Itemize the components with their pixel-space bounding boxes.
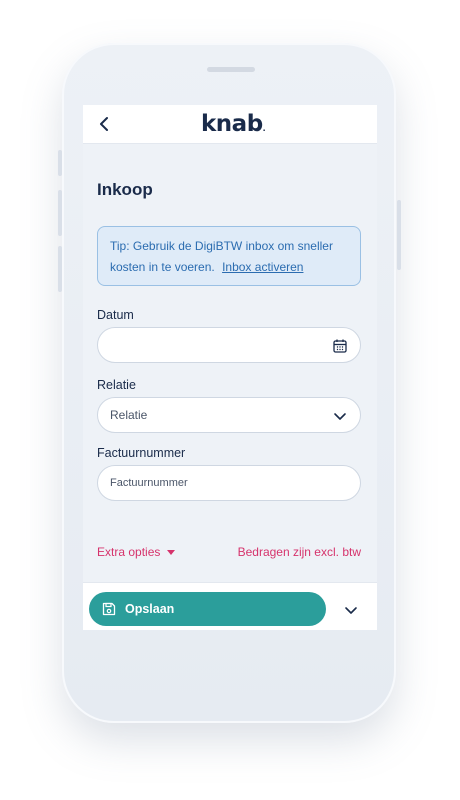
calendar-icon[interactable] xyxy=(332,338,348,354)
save-button[interactable]: Opslaan xyxy=(89,592,326,626)
amounts-excl-vat-toggle[interactable]: Bedragen zijn excl. btw xyxy=(238,545,361,559)
chevron-down-icon xyxy=(334,413,346,420)
tip-banner: Tip: Gebruik de DigiBTW inbox om sneller… xyxy=(97,226,361,286)
top-bar: knab. xyxy=(83,105,377,144)
date-field[interactable] xyxy=(97,327,361,363)
extra-options-label: Extra opties xyxy=(97,545,161,559)
inbox-activate-link[interactable]: Inbox activeren xyxy=(222,260,303,274)
phone-side-button xyxy=(58,150,62,176)
floppy-disk-icon xyxy=(102,602,116,616)
phone-speaker xyxy=(207,67,255,72)
bottom-action-bar: Opslaan xyxy=(83,582,377,630)
invoice-number-input[interactable]: Factuurnummer xyxy=(97,465,361,501)
save-label: Opslaan xyxy=(125,602,175,616)
back-arrow-icon[interactable] xyxy=(95,114,115,134)
app-screen: knab. Inkoop Tip: Gebruik de DigiBTW inb… xyxy=(83,105,377,630)
phone-side-button xyxy=(397,200,401,270)
logo-text: knab xyxy=(201,111,263,137)
relation-label: Relatie xyxy=(97,378,136,392)
knab-logo: knab. xyxy=(201,111,266,137)
extra-options-toggle[interactable]: Extra opties xyxy=(97,545,176,559)
phone-side-button xyxy=(58,190,62,236)
invoice-label: Factuurnummer xyxy=(97,446,186,460)
phone-side-button xyxy=(58,246,62,292)
relation-selected-value: Relatie xyxy=(110,408,148,422)
relation-select[interactable]: Relatie xyxy=(97,397,361,433)
page-title: Inkoop xyxy=(97,180,153,199)
invoice-placeholder: Factuurnummer xyxy=(110,477,188,489)
caret-down-icon xyxy=(167,550,176,556)
date-label: Datum xyxy=(97,308,134,322)
chevron-down-icon[interactable] xyxy=(343,602,359,618)
